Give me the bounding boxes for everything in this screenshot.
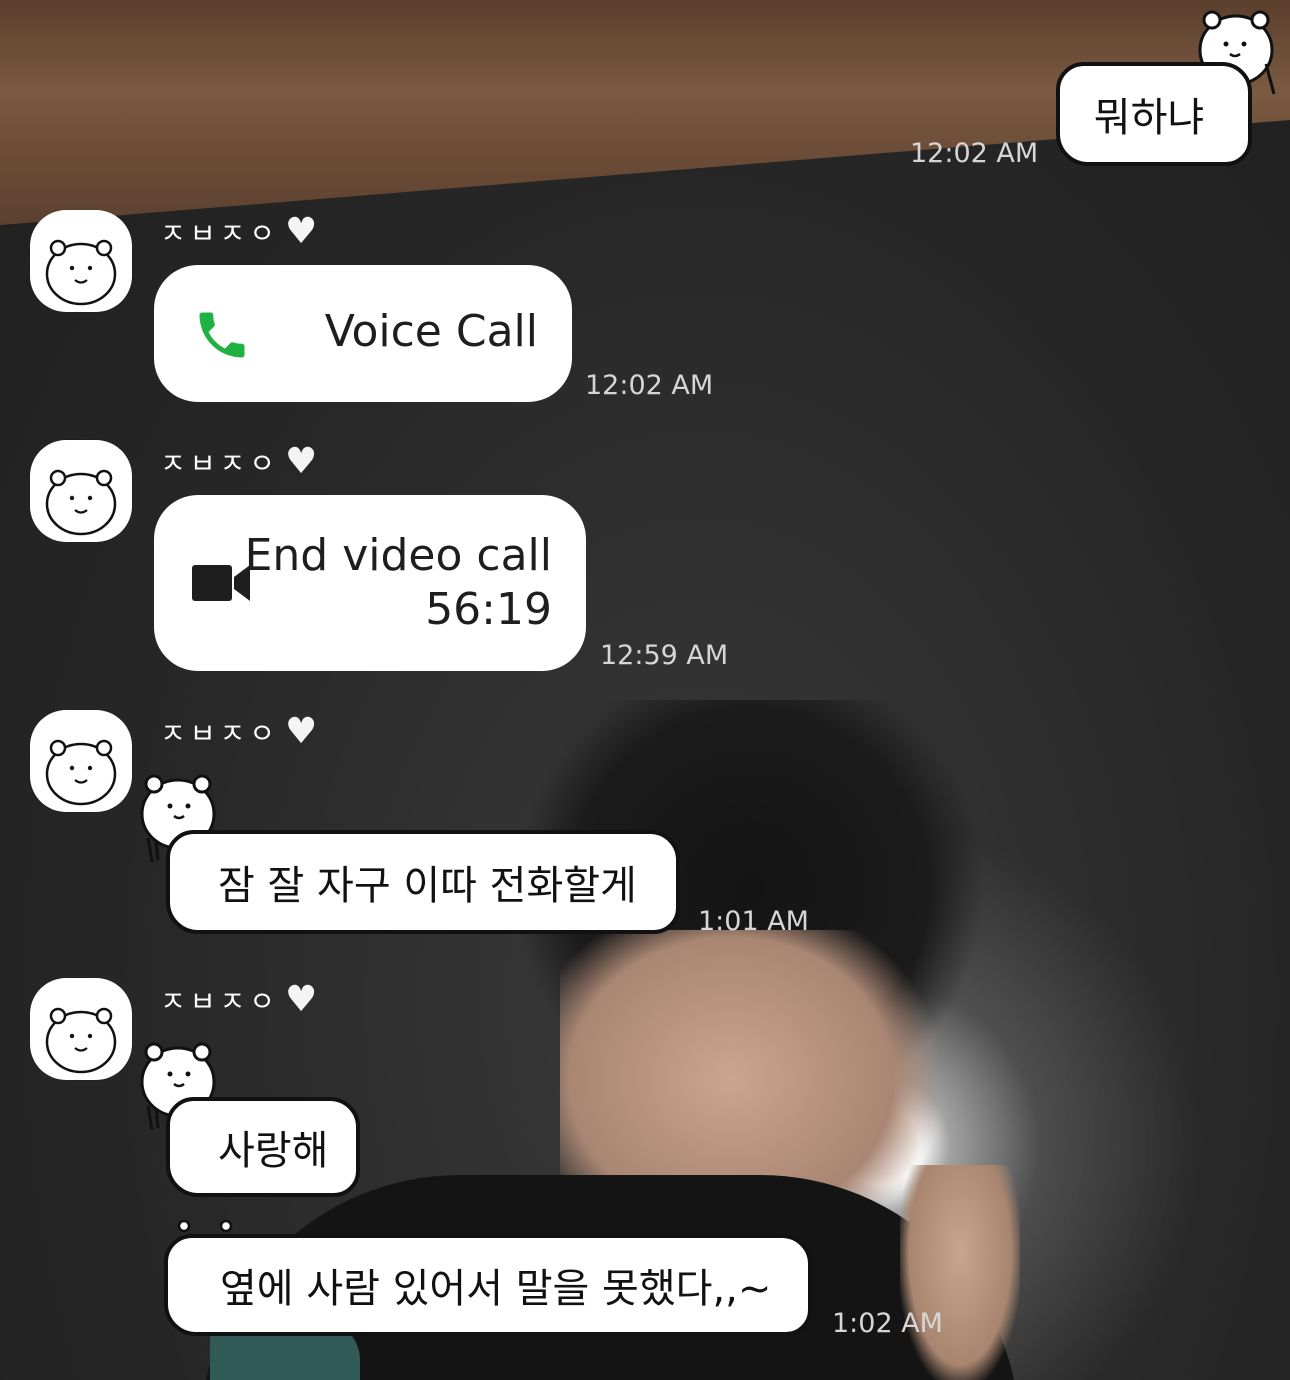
sender-avatar[interactable] [30,710,132,812]
sender-name: ㅈㅂㅈㅇ [160,985,280,1018]
message-time: 12:59 AM [600,640,729,671]
sender-name-row: ㅈㅂㅈㅇ ♥ [160,712,321,752]
message-time: 12:02 AM [585,370,714,401]
video-camera-icon [192,561,250,609]
call-duration: 56:19 [425,584,552,635]
white-heart-icon: ♥ [285,211,322,252]
background-hand-phone [900,1165,1020,1380]
bear-avatar-icon [45,239,117,306]
message-text: 뭐하냐 [1093,95,1205,141]
message-text: 사랑해 [218,1128,329,1174]
bear-avatar-icon [45,1007,117,1074]
received-emoticon-bubble[interactable]: 잠 잘 자구 이따 전화할게 [166,830,680,934]
message-text: 잠 잘 자구 이따 전화할게 [218,863,637,909]
bear-avatar-icon [45,739,117,806]
bear-avatar-icon [45,469,117,536]
received-emoticon-bubble[interactable]: 옆에 사람 있어서 말을 못했다,,~ [164,1234,812,1336]
message-time: 12:02 AM [910,138,1039,169]
white-heart-icon: ♥ [285,711,322,752]
message-text: 옆에 사람 있어서 말을 못했다,,~ [220,1266,772,1312]
white-heart-icon: ♥ [285,441,322,482]
sender-name-row: ㅈㅂㅈㅇ ♥ [160,980,321,1020]
sender-avatar[interactable] [30,978,132,1080]
received-emoticon-bubble[interactable]: 사랑해 [166,1097,360,1197]
sender-name-row: ㅈㅂㅈㅇ ♥ [160,212,321,252]
video-call-bubble[interactable]: End video call 56:19 [154,495,586,671]
call-label: End video call [244,530,552,581]
sender-name: ㅈㅂㅈㅇ [160,447,280,480]
sender-avatar[interactable] [30,210,132,312]
message-time: 1:02 AM [832,1308,943,1339]
phone-icon [192,305,252,369]
white-heart-icon: ♥ [285,979,322,1020]
call-label: Voice Call [324,306,538,357]
sender-name: ㅈㅂㅈㅇ [160,217,280,250]
sender-name-row: ㅈㅂㅈㅇ ♥ [160,442,321,482]
message-time: 1:01 AM [698,906,809,937]
sent-emoticon-bubble[interactable]: 뭐하냐 [1056,62,1252,166]
sender-avatar[interactable] [30,440,132,542]
voice-call-bubble[interactable]: Voice Call [154,265,572,402]
sender-name: ㅈㅂㅈㅇ [160,717,280,750]
